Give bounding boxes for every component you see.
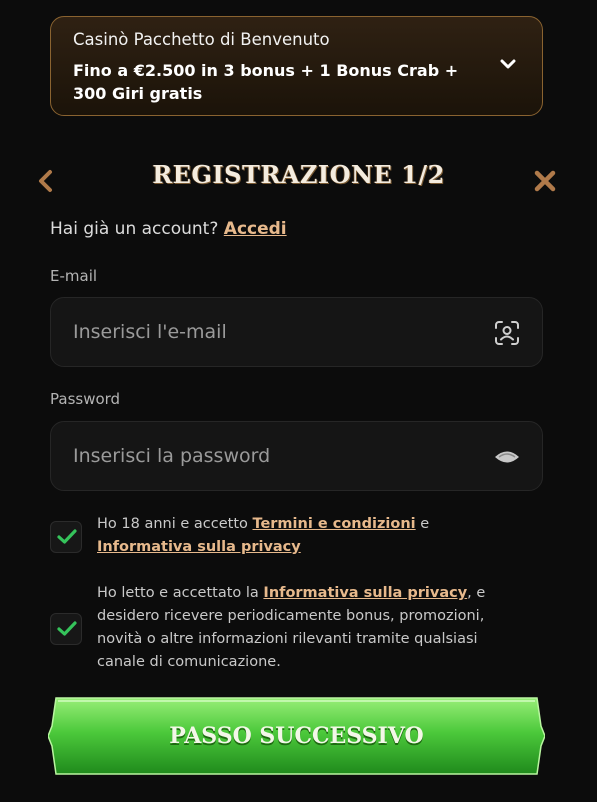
next-step-label: PASSO SUCCESSIVO <box>169 723 424 749</box>
marketing-consent-text: Ho letto e accettato la Informativa sull… <box>97 582 517 674</box>
bonus-title: Casinò Pacchetto di Benvenuto <box>73 30 330 49</box>
chevron-left-icon[interactable] <box>34 168 58 194</box>
password-field-container <box>50 421 543 491</box>
eye-icon[interactable] <box>494 444 520 470</box>
terms-link[interactable]: Termini e condizioni <box>252 516 415 532</box>
login-link[interactable]: Accedi <box>224 219 287 239</box>
terms-checkbox[interactable] <box>50 521 82 553</box>
password-field[interactable] <box>51 422 471 490</box>
login-prompt-row: Hai già un account? Accedi <box>50 219 287 239</box>
email-field[interactable] <box>51 298 471 366</box>
checkmark-icon <box>57 621 77 636</box>
chevron-down-icon[interactable] <box>498 54 518 74</box>
face-scan-icon[interactable] <box>494 320 520 346</box>
email-label: E-mail <box>50 267 98 285</box>
page-title: REGISTRAZIONE 1/2 <box>152 160 445 189</box>
privacy-policy-link[interactable]: Informativa sulla privacy <box>97 539 301 555</box>
welcome-bonus-dropdown[interactable]: Casinò Pacchetto di Benvenuto Fino a €2.… <box>50 16 543 116</box>
next-step-button[interactable]: PASSO SUCCESSIVO <box>48 696 545 776</box>
marketing-text-1: Ho letto e accettato la <box>97 585 259 601</box>
terms-text-2: e <box>420 516 430 532</box>
marketing-privacy-link[interactable]: Informativa sulla privacy <box>263 585 467 601</box>
checkmark-icon <box>57 529 77 544</box>
email-field-container <box>50 297 543 367</box>
marketing-checkbox[interactable] <box>50 613 82 645</box>
terms-consent-text: Ho 18 anni e accetto Termini e condizion… <box>97 513 517 559</box>
bonus-offer: Fino a €2.500 in 3 bonus + 1 Bonus Crab … <box>73 61 459 103</box>
password-label: Password <box>50 390 121 408</box>
close-icon[interactable] <box>532 168 558 194</box>
terms-text-1: Ho 18 anni e accetto <box>97 516 248 532</box>
login-prompt: Hai già un account? <box>50 219 219 239</box>
